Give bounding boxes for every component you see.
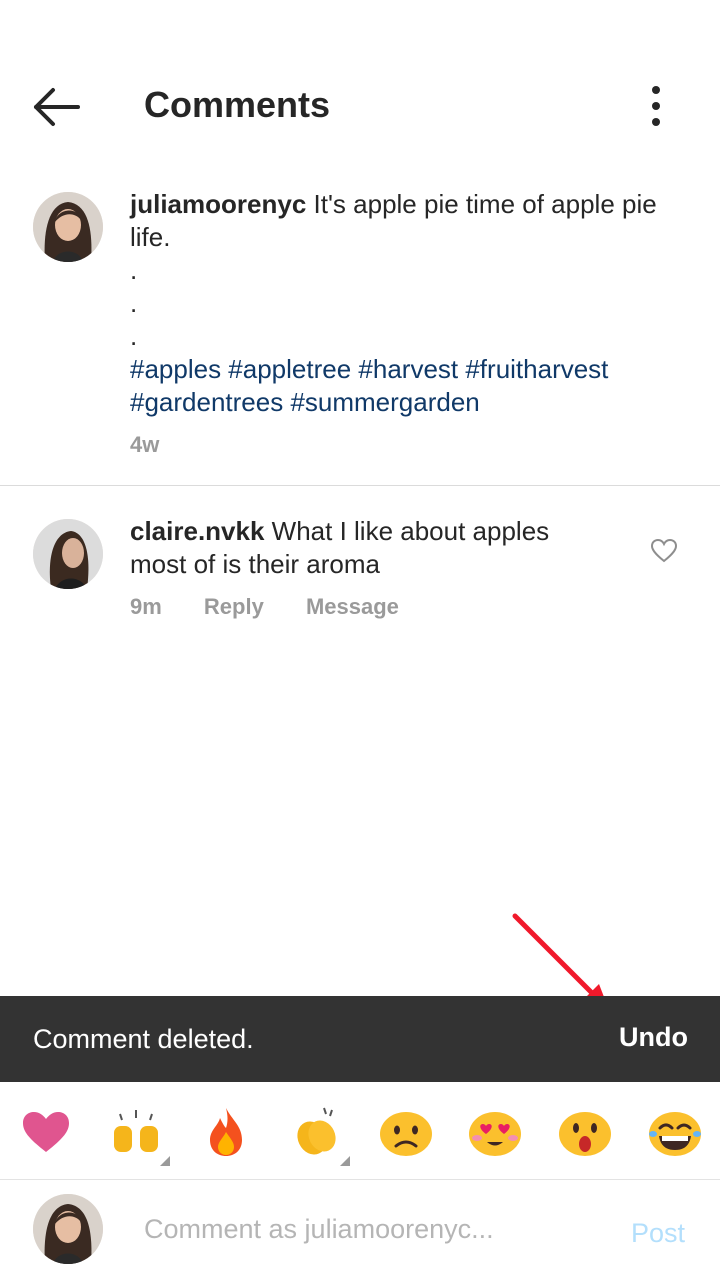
post-button[interactable]: Post bbox=[631, 1218, 685, 1249]
comment-meta: 9m Reply Message bbox=[130, 594, 435, 620]
post-caption: juliamoorenyc It's apple pie time of app… bbox=[0, 180, 720, 485]
heart-outline-icon bbox=[650, 538, 678, 563]
comment-text: claire.nvkk What I like about apples mos… bbox=[130, 515, 610, 581]
header-bar: Comments bbox=[0, 60, 720, 150]
emoji-quick-bar bbox=[0, 1082, 720, 1180]
snackbar-message: Comment deleted. bbox=[33, 1024, 254, 1054]
caption-hashtags[interactable]: #apples #appletree #harvest #fruitharves… bbox=[130, 354, 608, 417]
heart-emoji-icon[interactable] bbox=[18, 1104, 74, 1160]
arrow-left-icon bbox=[34, 88, 80, 126]
more-vertical-icon bbox=[652, 86, 660, 126]
comment-username[interactable]: claire.nvkk bbox=[130, 516, 264, 546]
caption-username[interactable]: juliamoorenyc bbox=[130, 189, 306, 219]
heart-eyes-emoji-icon[interactable] bbox=[467, 1104, 523, 1160]
divider bbox=[0, 485, 720, 486]
caption-dot: . bbox=[130, 255, 138, 285]
clapping-hands-emoji-icon[interactable] bbox=[288, 1104, 344, 1160]
avatar[interactable] bbox=[33, 1194, 103, 1264]
surprised-face-emoji-icon[interactable] bbox=[557, 1104, 613, 1160]
caption-text: juliamoorenyc It's apple pie time of app… bbox=[130, 188, 690, 419]
caption-dot: . bbox=[130, 321, 138, 351]
raising-hands-emoji-icon[interactable] bbox=[108, 1104, 164, 1160]
more-options-button[interactable] bbox=[630, 78, 682, 134]
message-button[interactable]: Message bbox=[306, 594, 399, 619]
caption-dot: . bbox=[130, 288, 138, 318]
caption-timestamp: 4w bbox=[130, 432, 160, 457]
comment-timestamp: 9m bbox=[130, 594, 162, 619]
comment-input[interactable] bbox=[144, 1214, 604, 1245]
fire-emoji-icon[interactable] bbox=[198, 1104, 254, 1160]
like-comment-button[interactable] bbox=[650, 538, 678, 564]
sad-face-emoji-icon[interactable] bbox=[378, 1104, 434, 1160]
back-button[interactable] bbox=[28, 82, 84, 132]
page-title: Comments bbox=[144, 84, 331, 125]
laughing-face-emoji-icon[interactable] bbox=[647, 1104, 703, 1160]
emoji-variant-indicator bbox=[340, 1156, 350, 1166]
comment-row: claire.nvkk What I like about apples mos… bbox=[0, 505, 720, 635]
undo-button[interactable]: Undo bbox=[619, 1022, 688, 1053]
comment-composer: Post bbox=[0, 1180, 720, 1280]
reply-button[interactable]: Reply bbox=[204, 594, 264, 619]
emoji-variant-indicator bbox=[160, 1156, 170, 1166]
avatar[interactable] bbox=[33, 519, 103, 589]
avatar[interactable] bbox=[33, 192, 103, 262]
snackbar: Comment deleted. Undo bbox=[0, 996, 720, 1082]
